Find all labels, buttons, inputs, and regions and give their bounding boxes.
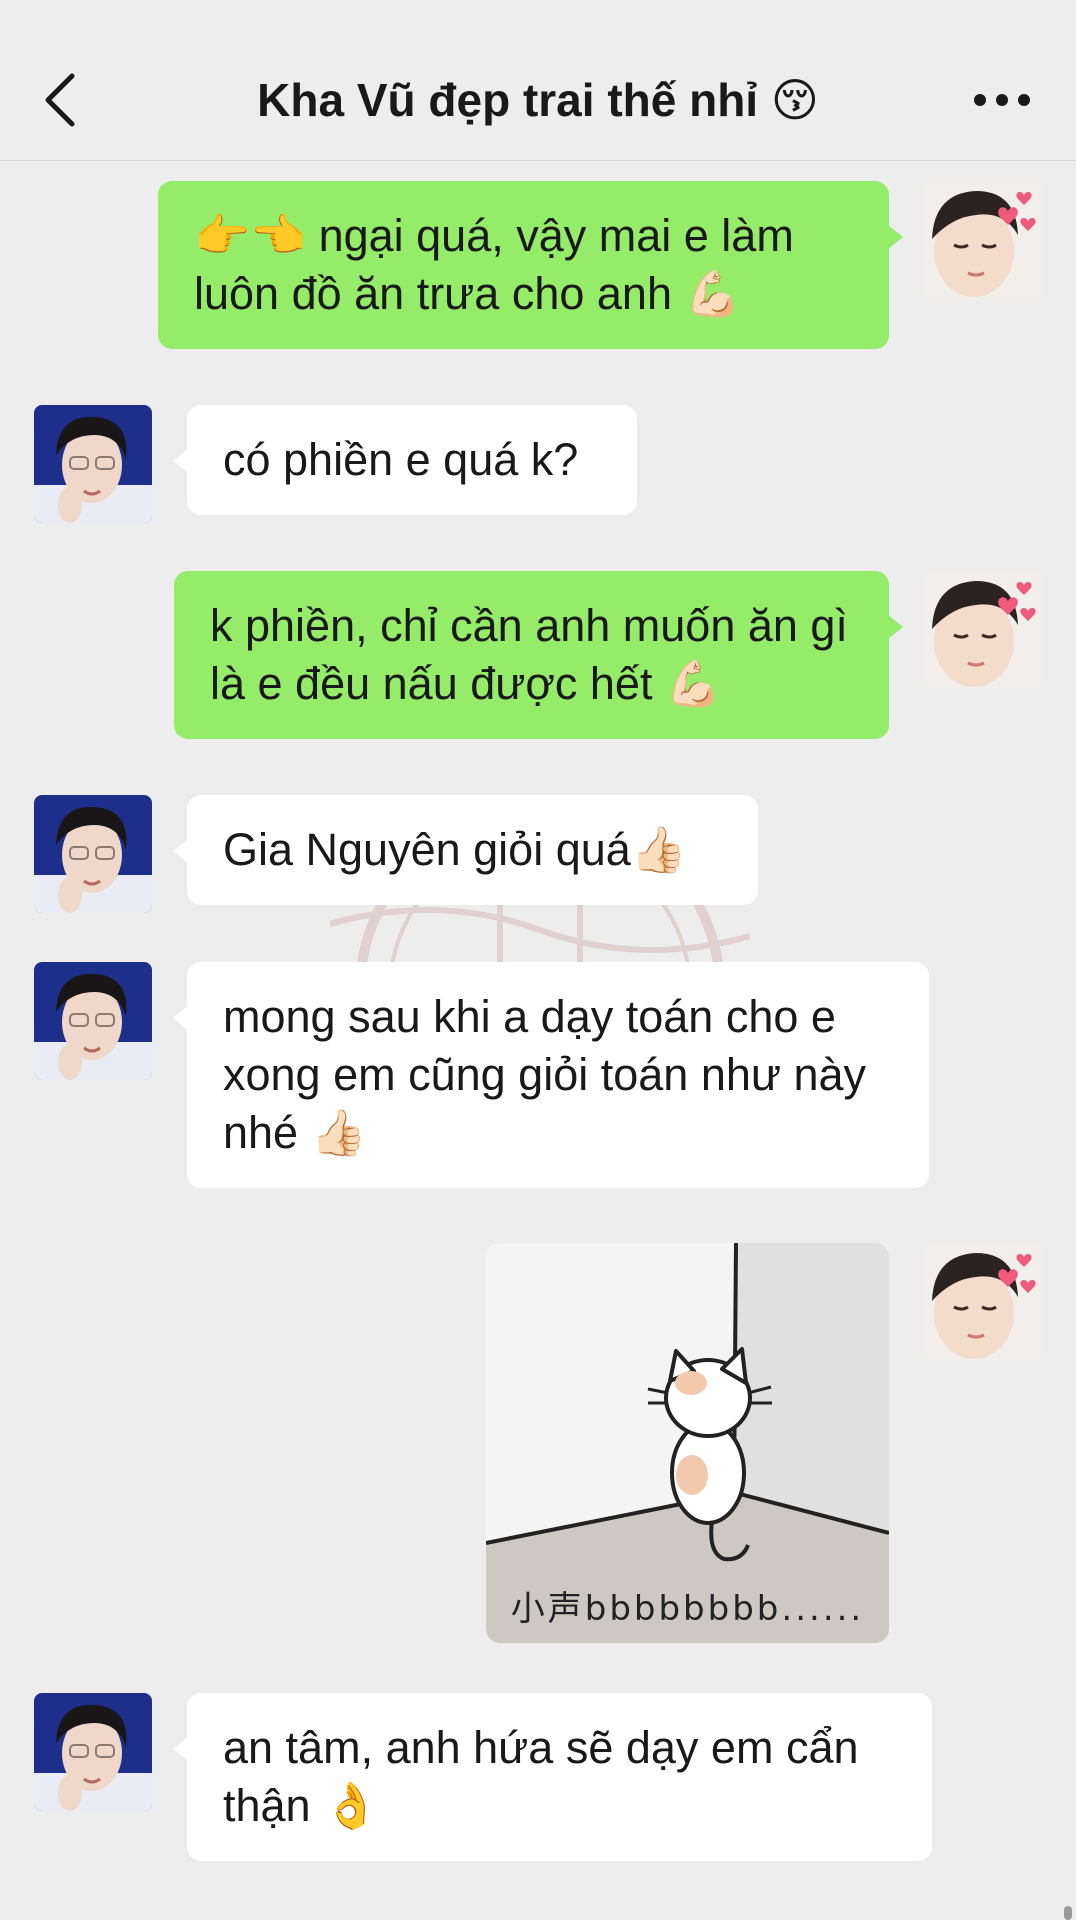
message-text: k phiền, chỉ cần anh muốn ăn gì là e đều…: [210, 600, 848, 709]
contact-avatar[interactable]: [34, 1693, 152, 1811]
contact-avatar[interactable]: [34, 405, 152, 523]
chevron-left-icon[interactable]: [40, 70, 84, 130]
my-avatar[interactable]: [924, 571, 1042, 689]
chat-title: Kha Vũ đẹp trai thế nhỉ 😚: [257, 74, 819, 126]
contact-avatar[interactable]: [34, 962, 152, 1080]
contact-avatar[interactable]: [34, 795, 152, 913]
message-bubble-received[interactable]: Gia Nguyên giỏi quá👍🏻: [173, 795, 758, 905]
message-text: mong sau khi a dạy toán cho e xong em cũ…: [223, 991, 867, 1158]
message-bubble-received[interactable]: có phiền e quá k?: [173, 405, 637, 515]
more-dots-icon[interactable]: [972, 86, 1032, 114]
scroll-indicator[interactable]: [1064, 1906, 1072, 1920]
message-bubble-sent[interactable]: k phiền, chỉ cần anh muốn ăn gì là e đều…: [174, 571, 903, 739]
chat-header: Kha Vũ đẹp trai thế nhỉ 😚: [0, 0, 1076, 161]
my-avatar[interactable]: [924, 181, 1042, 299]
my-avatar[interactable]: [924, 1243, 1042, 1361]
message-bubble-sent[interactable]: 👉👈 ngại quá, vậy mai e làm luôn đồ ăn tr…: [158, 181, 903, 349]
message-text: có phiền e quá k?: [223, 434, 579, 485]
message-text: Gia Nguyên giỏi quá👍🏻: [223, 824, 687, 875]
message-text: 👉👈 ngại quá, vậy mai e làm luôn đồ ăn tr…: [194, 210, 794, 319]
message-bubble-received[interactable]: an tâm, anh hứa sẽ dạy em cẩn thận 👌: [173, 1693, 932, 1861]
sticker-message[interactable]: 小声bbbbbbbb......: [486, 1243, 889, 1643]
message-text: an tâm, anh hứa sẽ dạy em cẩn thận 👌: [223, 1722, 859, 1831]
message-bubble-received[interactable]: mong sau khi a dạy toán cho e xong em cũ…: [173, 962, 929, 1188]
sticker-caption: 小声bbbbbbbb......: [510, 1589, 865, 1629]
